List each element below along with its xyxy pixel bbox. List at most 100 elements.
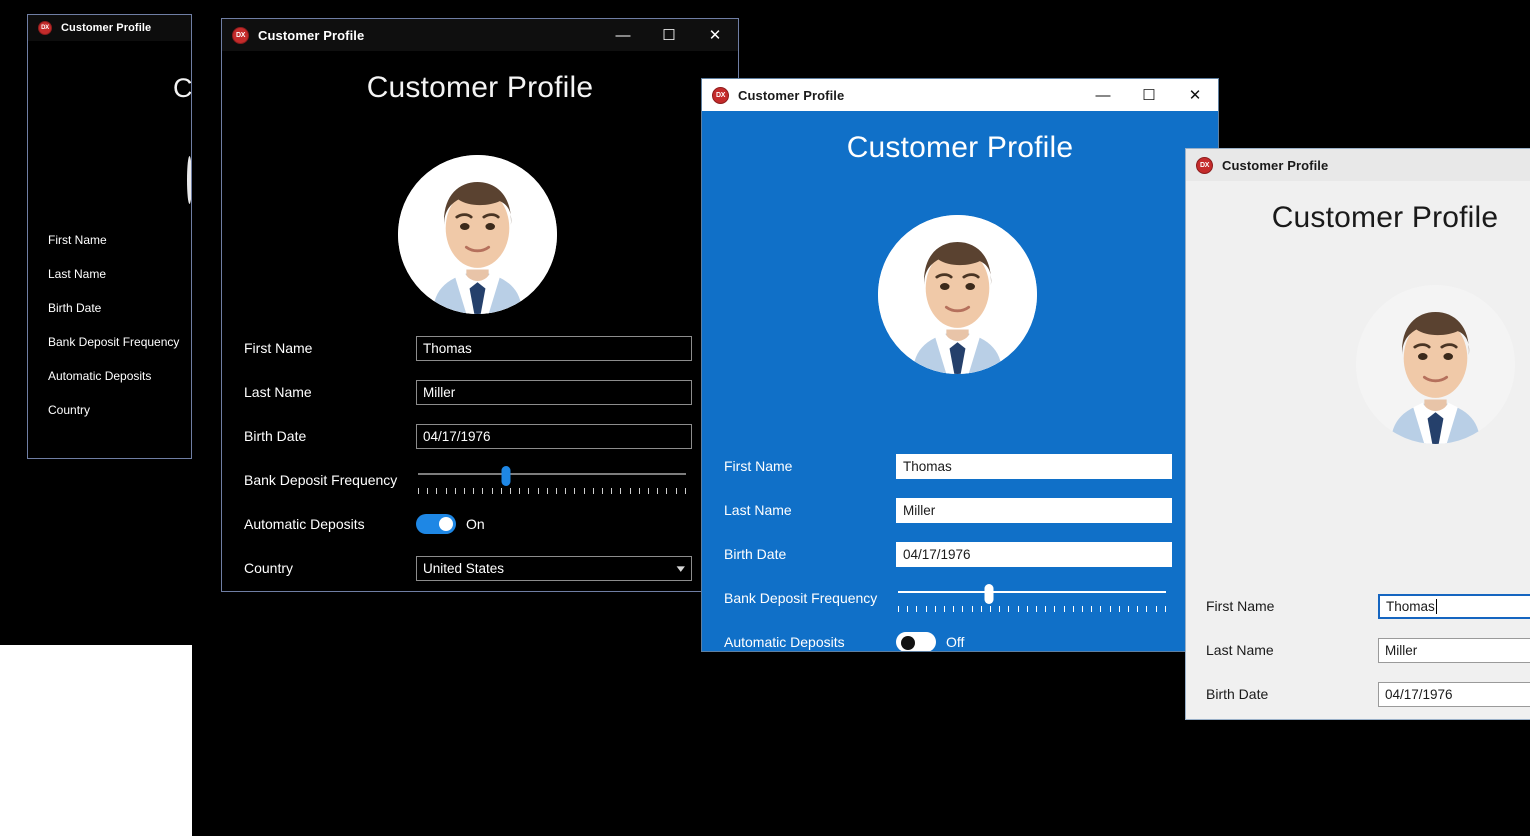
label-first-name: First Name [724,458,793,474]
slider-tick [962,606,964,612]
label-birth-date-1: Birth Date [48,301,102,315]
window-customer-profile-dark[interactable]: DX Customer Profile — ☐ ✕ Customer Profi… [221,18,739,592]
close-icon[interactable]: ✕ [692,19,738,51]
label-birth-date: Birth Date [724,546,787,562]
label-automatic-deposits: Automatic Deposits [724,634,845,650]
first-name-input[interactable]: Thomas [896,453,1172,479]
minimize-icon[interactable]: — [600,19,646,51]
titlebar-window-1[interactable]: DX Customer Profile [28,15,191,41]
slider-tick [436,488,438,494]
bank-deposit-frequency-slider[interactable] [898,584,1166,612]
titlebar-window-light[interactable]: DX Customer Profile [1186,149,1530,181]
slider-tick [980,606,982,612]
form-blue: First Name Thomas Last Name Miller Birth… [724,444,1196,651]
form-row-automatic-deposits: Automatic Deposits Off [724,620,1196,651]
slider-ticks [898,606,1166,612]
window-body-dark: Customer Profile First Name Thomas Last … [222,71,738,591]
form-dark: First Name Thomas Last Name Miller Birth… [244,326,716,590]
form-row-first-name-1: First Name [48,223,191,257]
automatic-deposits-toggle[interactable] [896,632,936,651]
window-title-1: Customer Profile [61,22,152,34]
slider-tick [418,488,419,494]
country-value: United States [423,560,505,576]
background-white-region [0,645,192,836]
minimize-icon[interactable]: — [1080,79,1126,111]
slider-tick [971,606,973,612]
form-row-bank-deposit-frequency: Bank Deposit Frequency [244,458,716,502]
birth-date-value: 04/17/1976 [423,428,491,444]
slider-tick [445,488,447,494]
slider-tick [1036,606,1038,612]
form-row-first-name: First Name Thomas [724,444,1196,488]
page-title-1: Cu [173,73,192,103]
toggle-state-label: On [466,516,485,532]
birth-date-value: 04/17/1976 [903,546,971,562]
form-row-first-name: First Name Thomas [244,326,716,370]
window-customer-profile-blue[interactable]: DX Customer Profile — ☐ ✕ Customer Profi… [701,78,1219,652]
slider-tick [1072,606,1074,612]
slider-tick [602,488,604,494]
maximize-icon[interactable]: ☐ [1126,79,1172,111]
form-row-last-name: Last Name Miller [244,370,716,414]
slider-tick [620,488,622,494]
label-country-1: Country [48,403,91,417]
titlebar-window-blue[interactable]: DX Customer Profile — ☐ ✕ [702,79,1218,111]
first-name-input[interactable]: Thomas [416,335,692,361]
close-icon[interactable]: ✕ [1172,79,1218,111]
label-automatic-deposits: Automatic Deposits [244,516,365,532]
slider-tick [1164,606,1166,612]
last-name-value: Miller [423,384,456,400]
slider-tick [537,488,539,494]
birth-date-input[interactable]: 04/17/1976 [1378,681,1530,707]
window-customer-profile-1[interactable]: DX Customer Profile Cu First Name Last N… [27,14,192,459]
slider-tick [565,488,567,494]
country-select[interactable]: United States ▾ [416,555,692,581]
toggle-knob [439,517,453,531]
last-name-input[interactable]: Miller [896,497,1172,523]
birth-date-input[interactable]: 04/17/1976 [896,541,1172,567]
chevron-down-icon: ▾ [677,562,686,575]
last-name-input[interactable]: Miller [416,379,692,405]
slider-tick [657,488,659,494]
bank-deposit-frequency-slider[interactable] [418,466,686,494]
window-customer-profile-light[interactable]: DX Customer Profile Customer Profile Fir… [1185,148,1530,720]
slider-tick [629,488,631,494]
form-row-first-name: First Name Thomas [1206,584,1530,628]
slider-tick [528,488,530,494]
form-1: First Name Last Name Birth Date Bank Dep… [48,223,191,427]
slider-tick [556,488,558,494]
form-row-birth-date: Birth Date 04/17/1976 [724,532,1196,576]
slider-tick [500,488,502,494]
automatic-deposits-toggle[interactable] [416,514,456,534]
slider-thumb[interactable] [984,584,994,604]
label-first-name: First Name [1206,598,1275,614]
avatar [1356,285,1515,444]
slider-tick [1054,606,1056,612]
slider-tick [934,606,936,612]
slider-tick [1045,606,1047,612]
label-birth-date: Birth Date [1206,686,1269,702]
slider-tick [583,488,585,494]
slider-tick [510,488,512,494]
birth-date-value: 04/17/1976 [1385,686,1453,702]
first-name-input[interactable]: Thomas [1378,593,1530,619]
form-row-automatic-deposits: Automatic Deposits On [244,502,716,546]
label-last-name-1: Last Name [48,267,107,281]
slider-tick [953,606,955,612]
birth-date-input[interactable]: 04/17/1976 [416,423,692,449]
avatar [878,215,1037,374]
last-name-input[interactable]: Miller [1378,637,1530,663]
dx-logo-icon: DX [38,21,52,35]
slider-tick [638,488,640,494]
first-name-value: Thomas [903,458,952,474]
slider-thumb[interactable] [501,466,511,486]
slider-tick [454,488,456,494]
form-row-bank-deposit-frequency: Bank Deposit Frequency [724,576,1196,620]
maximize-icon[interactable]: ☐ [646,19,692,51]
slider-tick [611,488,613,494]
toggle-knob [901,636,915,650]
slider-tick [592,488,594,494]
titlebar-window-dark[interactable]: DX Customer Profile — ☐ ✕ [222,19,738,51]
window-body-blue: Customer Profile First Name Thomas Last … [702,131,1218,651]
slider-tick [1109,606,1111,612]
